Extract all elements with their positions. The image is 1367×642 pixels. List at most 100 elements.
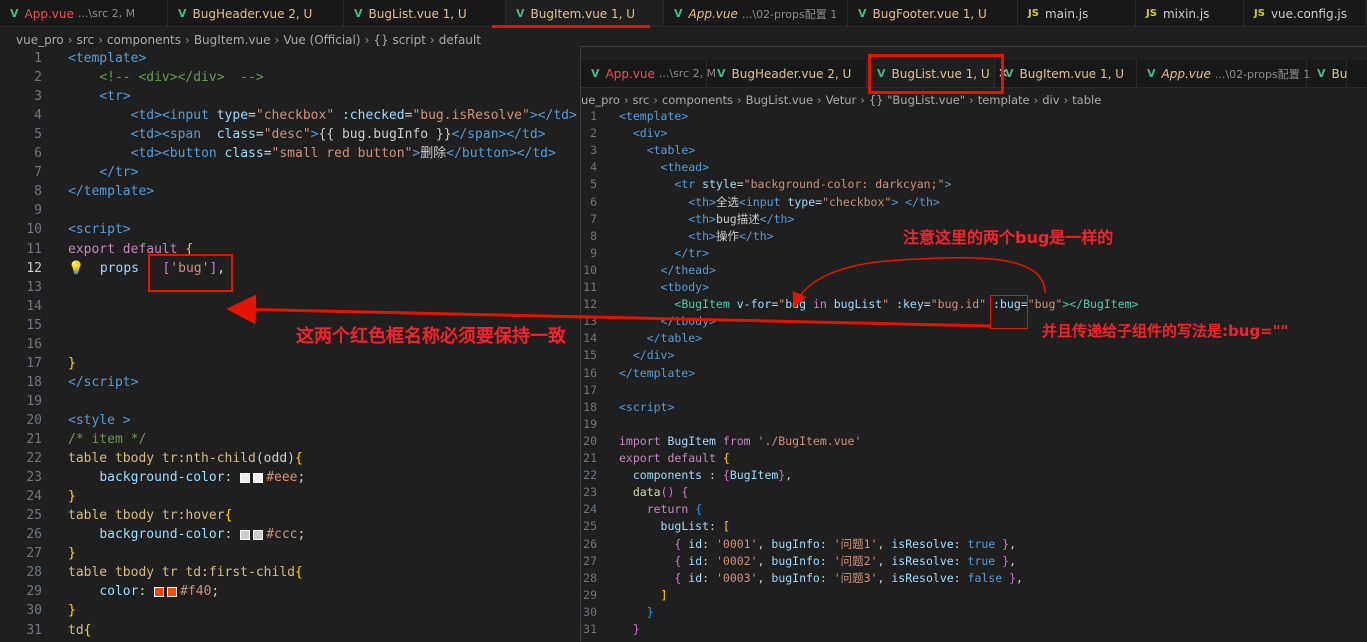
code-line[interactable]: 5 <tr style="background-color: darkcyan;… [581, 176, 951, 193]
tab-sublabel: ...\02-props配置 1 [741, 7, 838, 21]
code-line[interactable]: 30 } [581, 604, 654, 621]
code-line[interactable]: 13 [0, 278, 68, 297]
tab-bugheader-vue[interactable]: V BugHeader.vue 2, U [707, 60, 867, 87]
js-icon: JS [1146, 8, 1157, 19]
breadcrumb-item[interactable]: {} script [373, 33, 426, 47]
code-line[interactable]: 31 td{ [0, 621, 91, 640]
code-line[interactable]: 12 <BugItem v-for="bug in bugList" :key=… [581, 296, 1138, 313]
breadcrumb-item[interactable]: components [662, 93, 733, 107]
breadcrumb-item[interactable]: Vetur [826, 93, 857, 107]
code-line[interactable]: 17} [0, 354, 75, 373]
line-number: 6 [590, 194, 597, 209]
code-line[interactable]: 15 </div> [581, 347, 674, 364]
code-line[interactable]: 17 [581, 382, 619, 399]
code-text: </tr> [674, 245, 710, 260]
code-text: </thead> [660, 262, 716, 277]
tab-mixin-js[interactable]: JS mixin.js [1136, 0, 1244, 26]
breadcrumb-item[interactable]: table [1072, 93, 1101, 107]
breadcrumb-item[interactable]: {} "BugList.vue" [869, 93, 965, 107]
code-line[interactable]: 21 export default { [581, 450, 730, 467]
code-line[interactable]: 30} [0, 601, 75, 620]
code-line[interactable]: 16 </template> [581, 365, 695, 382]
breadcrumb-item[interactable]: div [1042, 93, 1059, 107]
line-number: 5 [34, 127, 42, 143]
code-line[interactable]: 1 <template> [581, 108, 688, 125]
code-line[interactable]: 19 [581, 416, 619, 433]
code-line[interactable]: 2 <!-- <div></div> --> [0, 68, 264, 87]
code-line[interactable]: 29 color: #f40; [0, 582, 219, 601]
tab-app-vue[interactable]: V App.vue ...\02-props配置 1 [1137, 60, 1310, 87]
code-line[interactable]: 18 </script> [0, 373, 138, 392]
breadcrumb-item[interactable]: src [77, 33, 95, 47]
code-line[interactable]: 22 table tbody tr:nth-child(odd){ [0, 449, 302, 468]
right-code-editor[interactable]: 1 <template> 2 <div> 3 <table> 4 <thead> 5 <t… [581, 108, 1367, 642]
breadcrumb-item[interactable]: src [633, 93, 650, 107]
tab-app-vue[interactable]: V App.vue ...\src 2, M [581, 60, 716, 87]
code-line[interactable]: 31 } [581, 621, 640, 638]
code-line[interactable]: 6 <td><button class="small red button">删… [0, 144, 556, 163]
code-line[interactable]: 15 [0, 316, 68, 335]
code-line[interactable]: 21 /* item */ [0, 430, 146, 449]
breadcrumb-item[interactable]: default [439, 33, 481, 47]
tab-buglist-vue[interactable]: V BugList.vue 1, U [344, 0, 506, 26]
code-line[interactable]: 8 </template> [0, 182, 154, 201]
code-line[interactable]: 9 </tr> [581, 245, 709, 262]
tab-app-vue[interactable]: V App.vue ...\src 2, M [0, 0, 168, 26]
code-line[interactable]: 27 { id: '0002', bugInfo: '问题2', isResol… [581, 553, 1016, 570]
code-line[interactable]: 28 { id: '0003', bugInfo: '问题3', isResol… [581, 570, 1023, 587]
code-line[interactable]: 3 <tr> [0, 87, 130, 106]
code-line[interactable]: 27} [0, 544, 75, 563]
code-line[interactable]: 22 components : {BugItem}, [581, 467, 792, 484]
code-line[interactable]: 8 <th>操作</th> [581, 228, 774, 245]
tab-label: BugHeader.vue 2, U [731, 66, 852, 81]
code-line[interactable]: 14 </table> [581, 330, 702, 347]
code-line[interactable]: 19 [0, 392, 68, 411]
code-line[interactable]: 25 bugList: [ [581, 518, 730, 535]
code-line[interactable]: 5 <td><span class="desc">{{ bug.bugInfo … [0, 125, 545, 144]
code-line[interactable]: 26 { id: '0001', bugInfo: '问题1', isResol… [581, 536, 1016, 553]
code-line[interactable]: 9 [0, 201, 68, 220]
code-line[interactable]: 18 <script> [581, 399, 674, 416]
tab-bu[interactable]: V Bu [1307, 60, 1347, 87]
tab-bugitem-vue[interactable]: V BugItem.vue 1, U [506, 0, 664, 26]
code-line[interactable]: 24 return { [581, 501, 702, 518]
code-line[interactable]: 24} [0, 487, 75, 506]
code-line[interactable]: 10 <script> [0, 220, 130, 239]
code-line[interactable]: 20 import BugItem from './BugItem.vue' [581, 433, 861, 450]
tab-bugfooter-vue[interactable]: V BugFooter.vue 1, U [848, 0, 1018, 26]
code-line[interactable]: 1 <template> [0, 49, 146, 68]
breadcrumb-item[interactable]: BugItem.vue [194, 33, 271, 47]
breadcrumb-item[interactable]: Vue (Official) [283, 33, 360, 47]
tab-app-vue[interactable]: V App.vue ...\02-props配置 1 [664, 0, 848, 26]
code-line[interactable]: 26 background-color: #ccc; [0, 525, 305, 544]
code-line[interactable]: 16 [0, 335, 68, 354]
code-line[interactable]: 10 </thead> [581, 262, 716, 279]
code-line[interactable]: 29 ] [581, 587, 667, 604]
code-line[interactable]: 14 [0, 297, 68, 316]
breadcrumb-item[interactable]: ue_pro [581, 93, 620, 107]
code-text: } [632, 622, 640, 636]
code-line[interactable]: 7 <th>bug描述</th> [581, 211, 794, 228]
code-line[interactable]: 7 </tr> [0, 163, 138, 182]
line-number: 16 [26, 336, 42, 352]
breadcrumb-item[interactable]: BugList.vue [746, 93, 813, 107]
breadcrumb-item[interactable]: vue_pro [16, 33, 64, 47]
code-line[interactable]: 23 background-color: #eee; [0, 468, 305, 487]
code-line[interactable]: 11 <tbody> [581, 279, 709, 296]
tab-bugitem-vue[interactable]: V BugItem.vue 1, U [995, 60, 1137, 87]
code-line[interactable]: 3 <table> [581, 142, 695, 159]
breadcrumb-item[interactable]: template [978, 93, 1030, 107]
code-line[interactable]: 28 table tbody tr td:first-child{ [0, 563, 302, 582]
code-line[interactable]: 25 table tbody tr:hover{ [0, 506, 232, 525]
code-line[interactable]: 20 <style > [0, 411, 130, 430]
tab-vue-config-js[interactable]: JS vue.config.js [1244, 0, 1366, 26]
code-line[interactable]: 4 <td><input type="checkbox" :checked="b… [0, 106, 577, 125]
tab-bugheader-vue[interactable]: V BugHeader.vue 2, U [168, 0, 344, 26]
code-line[interactable]: 2 <div> [581, 125, 667, 142]
tab-main-js[interactable]: JS main.js [1018, 0, 1136, 26]
code-line[interactable]: 6 <th>全选<input type="checkbox"> </th> [581, 194, 940, 211]
code-line[interactable]: 23 data() { [581, 484, 688, 501]
breadcrumb-item[interactable]: components [107, 33, 181, 47]
code-line[interactable]: 13 </tbody> [581, 313, 716, 330]
code-line[interactable]: 4 <thead> [581, 159, 709, 176]
